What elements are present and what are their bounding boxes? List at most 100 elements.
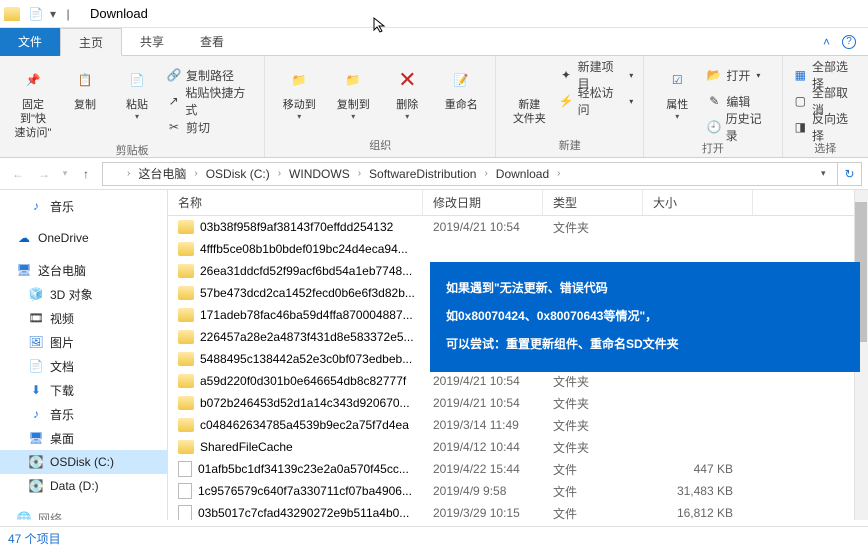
paste-button[interactable]: 📄 粘贴 ▾ xyxy=(114,60,160,121)
breadcrumb-seg[interactable]: SoftwareDistribution xyxy=(363,167,482,181)
select-all-button[interactable]: ▦全部选择 xyxy=(793,64,858,86)
col-date[interactable]: 修改日期 xyxy=(423,190,543,215)
nav-music2[interactable]: ♪音乐 xyxy=(0,402,167,426)
recent-dropdown[interactable]: ▾ xyxy=(58,162,72,186)
breadcrumb-sep[interactable]: › xyxy=(125,168,132,179)
properties-icon: ☑ xyxy=(661,64,693,96)
breadcrumb-seg[interactable]: OSDisk (C:) xyxy=(200,167,276,181)
table-row[interactable]: 1c9576579c640f7a330711cf07ba4906...2019/… xyxy=(168,480,868,502)
file-size: 31,483 KB xyxy=(643,484,753,498)
nav-desktop[interactable]: 🖥桌面 xyxy=(0,426,167,450)
nav-thispc[interactable]: 🖥这台电脑 xyxy=(0,258,167,282)
select-all-icon: ▦ xyxy=(793,67,808,83)
group-label-clipboard: 剪贴板 xyxy=(10,140,254,158)
new-folder-icon xyxy=(513,64,545,96)
history-button[interactable]: 🕘历史记录 xyxy=(706,116,771,138)
breadcrumb-seg[interactable]: 这台电脑 xyxy=(132,165,192,182)
overlay-line: 如0x80070424、0x80070643等情况"， xyxy=(446,302,844,330)
nav-pictures[interactable]: 🖼图片 xyxy=(0,330,167,354)
new-item-button[interactable]: ✦新建项目▾ xyxy=(558,64,633,86)
delete-button[interactable]: ✕ 删除 ▾ xyxy=(383,60,431,121)
tab-share[interactable]: 共享 xyxy=(122,28,182,56)
breadcrumb[interactable]: › 这台电脑 › OSDisk (C:) › WINDOWS › Softwar… xyxy=(102,162,862,186)
breadcrumb-sep[interactable]: › xyxy=(482,168,489,179)
breadcrumb-sep[interactable]: › xyxy=(555,168,562,179)
nav-osdisk[interactable]: 💽OSDisk (C:) xyxy=(0,450,167,474)
nav-documents[interactable]: 📄文档 xyxy=(0,354,167,378)
file-type: 文件夹 xyxy=(543,417,643,434)
tab-file[interactable]: 文件 xyxy=(0,28,60,56)
copy-to-button[interactable]: 📁 复制到 ▾ xyxy=(329,60,377,121)
address-bar: ← → ▾ ↑ › 这台电脑 › OSDisk (C:) › WINDOWS ›… xyxy=(0,158,868,190)
file-size: 16,812 KB xyxy=(643,506,753,520)
paste-shortcut-button[interactable]: ↗粘贴快捷方式 xyxy=(166,90,254,112)
invert-icon: ◨ xyxy=(793,119,808,135)
file-date: 2019/3/14 11:49 xyxy=(423,418,543,432)
breadcrumb-dropdown[interactable]: ▾ xyxy=(821,168,837,179)
table-row[interactable]: 03b5017c7cfad43290272e9b511a4b0...2019/3… xyxy=(168,502,868,520)
table-row[interactable]: 01afb5bc1df34139c23e2a0a570f45cc...2019/… xyxy=(168,458,868,480)
breadcrumb-sep[interactable]: › xyxy=(192,168,199,179)
breadcrumb-seg[interactable]: WINDOWS xyxy=(283,167,356,181)
nav-network[interactable]: 🌐网络 xyxy=(0,506,167,520)
move-to-button[interactable]: 📁 移动到 ▾ xyxy=(275,60,323,121)
folder-icon xyxy=(178,374,194,388)
edit-button[interactable]: ✎编辑 xyxy=(706,90,771,112)
nav-onedrive[interactable]: ☁OneDrive xyxy=(0,226,167,250)
col-size[interactable]: 大小 xyxy=(643,190,753,215)
nav-data[interactable]: 💽Data (D:) xyxy=(0,474,167,498)
file-name: a59d220f0d301b0e646654db8c82777f xyxy=(200,374,406,388)
breadcrumb-sep[interactable]: › xyxy=(276,168,283,179)
file-date: 2019/4/22 15:44 xyxy=(423,462,543,476)
back-button[interactable]: ← xyxy=(6,162,30,186)
tab-view[interactable]: 查看 xyxy=(182,28,242,56)
status-bar: 47 个项目 xyxy=(0,526,868,550)
open-button[interactable]: 📂打开▾ xyxy=(706,64,771,86)
table-row[interactable]: 4fffb5ce08b1b0bdef019bc24d4eca94... xyxy=(168,238,868,260)
paste-icon: 📄 xyxy=(121,64,153,96)
qa-sep: | xyxy=(56,2,80,26)
table-row[interactable]: 03b38f958f9af38143f70effdd2541322019/4/2… xyxy=(168,216,868,238)
rename-button[interactable]: 📝 重命名 xyxy=(437,60,485,112)
table-row[interactable]: b072b246453d52d1a14c343d920670...2019/4/… xyxy=(168,392,868,414)
breadcrumb-seg[interactable]: Download xyxy=(490,167,555,181)
file-icon xyxy=(178,483,192,499)
file-date: 2019/4/21 10:54 xyxy=(423,374,543,388)
table-row[interactable]: c048462634785a4539b9ec2a75f7d4ea2019/3/1… xyxy=(168,414,868,436)
breadcrumb-icon[interactable] xyxy=(103,168,125,179)
ribbon-tabs: 文件 主页 共享 查看 ˄ ? xyxy=(0,28,868,56)
group-open: ☑ 属性 ▾ 📂打开▾ ✎编辑 🕘历史记录 打开 xyxy=(644,56,782,157)
cut-button[interactable]: ✂剪切 xyxy=(166,116,254,138)
nav-3dobjects[interactable]: 🧊3D 对象 xyxy=(0,282,167,306)
pin-button[interactable]: 📌 固定到"快 速访问" xyxy=(10,60,56,140)
select-none-button[interactable]: ▢全部取消 xyxy=(793,90,858,112)
video-icon: 🎞 xyxy=(28,310,44,326)
copy-button[interactable]: 📋 复制 xyxy=(62,60,108,112)
picture-icon: 🖼 xyxy=(28,334,44,350)
document-icon: 📄 xyxy=(28,358,44,374)
nav-videos[interactable]: 🎞视频 xyxy=(0,306,167,330)
new-folder-button[interactable]: 新建 文件夹 xyxy=(506,60,552,126)
ribbon-minimize-icon[interactable]: ˄ xyxy=(823,35,830,49)
qa-save-icon[interactable]: 📄 xyxy=(24,2,48,26)
delete-icon: ✕ xyxy=(391,64,423,96)
invert-button[interactable]: ◨反向选择 xyxy=(793,116,858,138)
col-type[interactable]: 类型 xyxy=(543,190,643,215)
properties-button[interactable]: ☑ 属性 ▾ xyxy=(654,60,700,121)
up-button[interactable]: ↑ xyxy=(74,162,98,186)
table-row[interactable]: a59d220f0d301b0e646654db8c82777f 2019/4/2… xyxy=(168,370,868,392)
nav-music[interactable]: ♪音乐 xyxy=(0,194,167,218)
nav-downloads[interactable]: ⬇下载 xyxy=(0,378,167,402)
new-item-icon: ✦ xyxy=(558,67,573,83)
table-row[interactable]: SharedFileCache2019/4/12 10:44文件夹 xyxy=(168,436,868,458)
folder-icon xyxy=(178,352,194,366)
copy-path-button[interactable]: 🔗复制路径 xyxy=(166,64,254,86)
tab-home[interactable]: 主页 xyxy=(60,28,122,56)
easy-access-button[interactable]: ⚡轻松访问▾ xyxy=(558,90,633,112)
win-sys-icon[interactable] xyxy=(0,2,24,26)
help-icon[interactable]: ? xyxy=(842,35,856,49)
forward-button[interactable]: → xyxy=(32,162,56,186)
breadcrumb-sep[interactable]: › xyxy=(356,168,363,179)
col-name[interactable]: 名称 xyxy=(168,190,423,215)
refresh-button[interactable]: ↻ xyxy=(837,163,861,185)
